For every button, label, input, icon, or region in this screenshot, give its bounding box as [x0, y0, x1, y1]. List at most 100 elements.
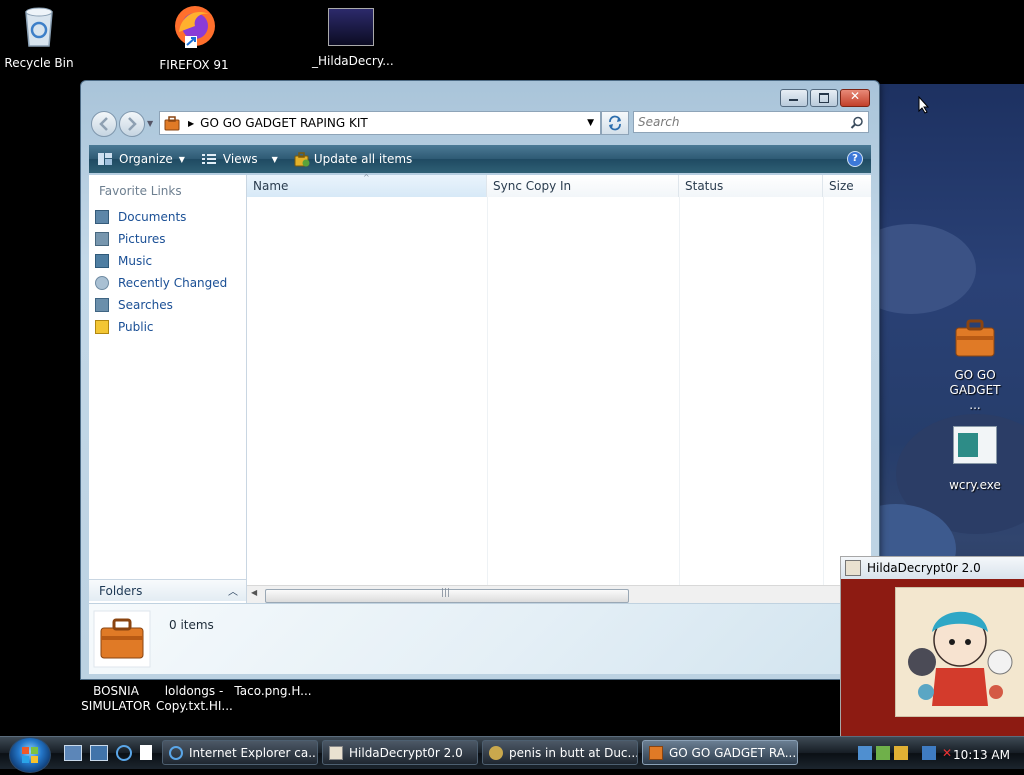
- column-label: Sync Copy In: [493, 179, 572, 193]
- forward-button[interactable]: [119, 111, 145, 137]
- desktop-icon-wcry[interactable]: wcry.exe: [942, 426, 1008, 493]
- column-divider: [679, 197, 680, 585]
- folders-label: Folders: [99, 583, 143, 598]
- desktop-icon-recycle-bin[interactable]: Recycle Bin: [4, 4, 74, 71]
- desktop-icon-label: wcry.exe: [949, 478, 1001, 492]
- item-count: 0 items: [169, 618, 214, 632]
- favorite-link-label: Music: [118, 254, 153, 268]
- details-pane: 0 items: [89, 603, 871, 674]
- volume-muted-icon[interactable]: ✕: [942, 746, 952, 760]
- file-list: Name ^ Sync Copy In Status Size: [247, 173, 871, 585]
- close-icon: ✕: [849, 89, 861, 103]
- favorite-link-label: Documents: [118, 210, 187, 224]
- taskbar-item-browser[interactable]: penis in butt at Duc...: [482, 740, 638, 765]
- favorite-link-music[interactable]: Music: [89, 250, 246, 272]
- tray-icon-network[interactable]: [858, 745, 872, 760]
- column-label: Size: [829, 179, 854, 193]
- refresh-button[interactable]: [601, 111, 629, 135]
- search-placeholder: Search: [638, 115, 680, 129]
- desktop-icon-label: Recycle Bin: [4, 56, 74, 70]
- column-divider: [487, 197, 488, 585]
- chevron-up-icon: ︿: [228, 587, 238, 598]
- update-all-items-button[interactable]: Update all items: [294, 151, 412, 167]
- internet-explorer-icon: [169, 745, 183, 760]
- taskbar-item-internet-explorer[interactable]: Internet Explorer ca...: [162, 740, 318, 765]
- favorite-link-searches[interactable]: Searches: [89, 294, 246, 316]
- hilda-decryptor-icon: [328, 8, 374, 46]
- grip-icon: |||: [441, 588, 451, 598]
- folders-toggle[interactable]: Folders ︿: [89, 579, 246, 601]
- explorer-window: ✕ ▼ ▶ GO GO GADGET RAPING KIT ▼ Search O…: [80, 80, 880, 680]
- briefcase-icon: [93, 610, 151, 668]
- clock[interactable]: 10:13 AM: [953, 748, 1010, 762]
- desktop-icon-taco[interactable]: Taco.png.H...: [234, 684, 312, 699]
- views-button[interactable]: Views ▼: [201, 152, 278, 166]
- column-header-status[interactable]: Status: [679, 175, 823, 197]
- organize-button[interactable]: Organize ▼: [97, 152, 185, 166]
- views-icon: [201, 154, 216, 164]
- taskbar-item-label: GO GO GADGET RA...: [669, 745, 797, 760]
- window-controls: ✕: [778, 89, 870, 107]
- taskbar-item-label: HildaDecrypt0r 2.0: [349, 745, 463, 760]
- column-header-size[interactable]: Size: [823, 175, 871, 197]
- desktop-icon-loldongs[interactable]: loldongs - Copy.txt.HI...: [156, 684, 233, 714]
- mouse-cursor-icon: [918, 96, 930, 114]
- show-desktop-icon[interactable]: [64, 745, 82, 761]
- address-bar[interactable]: ▶ GO GO GADGET RAPING KIT ▼: [159, 111, 601, 135]
- command-toolbar: Organize ▼ Views ▼ Update all items ?: [89, 145, 871, 173]
- taskbar-item-label: penis in butt at Duc...: [509, 745, 638, 760]
- favorite-link-pictures[interactable]: Pictures: [89, 228, 246, 250]
- sort-ascending-icon: ^: [363, 173, 370, 182]
- chevron-down-icon: ▼: [178, 154, 185, 164]
- hilda-title-bar[interactable]: HildaDecrypt0r 2.0: [841, 557, 1024, 579]
- taskbar-item-explorer[interactable]: GO GO GADGET RA...: [642, 740, 798, 765]
- tray-icon-sync[interactable]: [876, 745, 890, 760]
- taskbar-item-hilda-decryptor[interactable]: HildaDecrypt0r 2.0: [322, 740, 478, 765]
- horizontal-scrollbar[interactable]: ◀ |||: [247, 585, 871, 604]
- recycle-bin-icon: [25, 7, 53, 47]
- favorite-links-title: Favorite Links: [99, 184, 182, 198]
- scrollbar-thumb[interactable]: |||: [265, 588, 629, 603]
- favorite-link-label: Recently Changed: [118, 276, 228, 290]
- documents-icon: [95, 210, 109, 224]
- maximize-button[interactable]: [810, 89, 838, 107]
- column-header-sync-copy-in[interactable]: Sync Copy In: [487, 175, 679, 197]
- address-dropdown-icon[interactable]: ▼: [587, 118, 594, 128]
- help-button[interactable]: ?: [847, 151, 863, 167]
- column-label: Name: [253, 179, 289, 193]
- scroll-left-icon[interactable]: ◀: [251, 588, 257, 597]
- favorite-link-recently-changed[interactable]: Recently Changed: [89, 272, 246, 294]
- views-label: Views: [222, 152, 258, 166]
- desktop-icon-bosnia[interactable]: BOSNIA SIMULATOR: [80, 684, 152, 714]
- hilda-app-icon: [845, 560, 861, 576]
- back-button[interactable]: [91, 111, 117, 137]
- minimize-button[interactable]: [780, 89, 808, 107]
- taskbar: Internet Explorer ca... HildaDecrypt0r 2…: [0, 736, 1024, 773]
- favorite-link-documents[interactable]: Documents: [89, 206, 246, 228]
- document-icon[interactable]: [140, 745, 152, 760]
- column-header-name[interactable]: Name ^: [247, 173, 487, 197]
- recent-pages-dropdown[interactable]: ▼: [147, 119, 153, 128]
- firefox-icon: [175, 6, 215, 48]
- desktop-icon-hilda-decryptor[interactable]: _HildaDecry...: [312, 8, 394, 69]
- minimize-icon: [789, 99, 798, 101]
- desktop-icon-label: GO GO GADGET ...: [949, 368, 1001, 412]
- favorite-link-public[interactable]: Public: [89, 316, 246, 338]
- desktop-icon-briefcase[interactable]: GO GO GADGET ...: [940, 316, 1010, 413]
- favorite-link-label: Searches: [118, 298, 173, 312]
- desktop-icon-firefox[interactable]: FIREFOX 91: [158, 2, 230, 73]
- search-input[interactable]: Search: [633, 111, 869, 133]
- cartoon-character-icon: [908, 611, 1013, 706]
- tray-icon-folder[interactable]: [894, 745, 908, 760]
- switch-windows-icon[interactable]: [90, 745, 108, 761]
- help-icon: ?: [852, 153, 858, 164]
- close-button[interactable]: ✕: [840, 89, 870, 107]
- search-icon: [850, 116, 863, 129]
- briefcase-icon: [955, 319, 995, 357]
- windows-logo-icon: [22, 747, 38, 763]
- internet-explorer-icon[interactable]: [116, 745, 132, 761]
- refresh-icon: [609, 115, 621, 131]
- address-row: ▼ ▶ GO GO GADGET RAPING KIT ▼ Search: [89, 109, 871, 137]
- desktop-icon-label: loldongs - Copy.txt.HI...: [156, 684, 233, 713]
- tray-icon-monitor[interactable]: [922, 745, 936, 760]
